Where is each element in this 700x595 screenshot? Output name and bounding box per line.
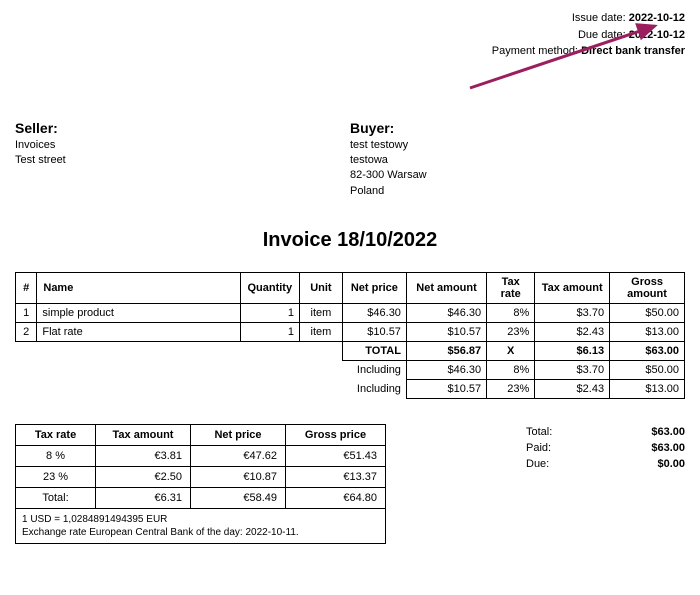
seller-line: Invoices [15, 138, 350, 153]
col-net-amount: Net amount [406, 273, 486, 304]
summary-total-value: $63.00 [651, 426, 685, 438]
bottom-section: Tax rate Tax amount Net price Gross pric… [15, 424, 685, 544]
summary-paid-label: Paid: [526, 442, 551, 454]
due-date-value: 2022-10-12 [629, 29, 685, 41]
seller-block: Seller: Invoices Test street [15, 120, 350, 200]
summary-total-label: Total: [526, 426, 552, 438]
col-num: # [16, 273, 37, 304]
payment-summary: Total: $63.00 Paid: $63.00 Due: $0.00 [426, 424, 685, 544]
total-row: TOTAL $56.87 X $6.13 $63.00 [16, 342, 685, 361]
seller-title: Seller: [15, 120, 350, 136]
due-date-label: Due date: [578, 29, 626, 41]
payment-method-label: Payment method: [492, 45, 578, 57]
line-items-table: # Name Quantity Unit Net price Net amoun… [15, 272, 685, 399]
tax-col-rate: Tax rate [16, 425, 96, 446]
exchange-rate-note: 1 USD = 1,0284891494395 EUR Exchange rat… [15, 509, 386, 544]
buyer-line: 82-300 Warsaw [350, 168, 685, 183]
col-net-price: Net price [342, 273, 406, 304]
col-name: Name [37, 273, 240, 304]
including-row: Including $46.30 8% $3.70 $50.00 [16, 361, 685, 380]
issue-date-label: Issue date: [572, 12, 626, 24]
summary-due-value: $0.00 [657, 458, 685, 470]
col-unit: Unit [300, 273, 343, 304]
tax-summary-table: Tax rate Tax amount Net price Gross pric… [15, 424, 386, 509]
buyer-line: Poland [350, 184, 685, 199]
tax-row: 23 % €2.50 €10.87 €13.37 [16, 467, 386, 488]
parties-section: Seller: Invoices Test street Buyer: test… [15, 120, 685, 200]
col-tax-amount: Tax amount [535, 273, 610, 304]
buyer-line: testowa [350, 153, 685, 168]
buyer-block: Buyer: test testowy testowa 82-300 Warsa… [350, 120, 685, 200]
table-row: 1 simple product 1 item $46.30 $46.30 8%… [16, 304, 685, 323]
tax-row: 8 % €3.81 €47.62 €51.43 [16, 446, 386, 467]
tax-col-gross: Gross price [286, 425, 386, 446]
payment-method-value: Direct bank transfer [581, 45, 685, 57]
col-tax-rate: Tax rate [487, 273, 535, 304]
col-gross-amount: Gross amount [610, 273, 685, 304]
issue-date-value: 2022-10-12 [629, 12, 685, 24]
seller-line: Test street [15, 153, 350, 168]
invoice-title: Invoice 18/10/2022 [15, 229, 685, 252]
tax-col-amount: Tax amount [96, 425, 191, 446]
buyer-title: Buyer: [350, 120, 685, 136]
table-row: 2 Flat rate 1 item $10.57 $10.57 23% $2.… [16, 323, 685, 342]
summary-paid-value: $63.00 [651, 442, 685, 454]
tax-col-net: Net price [191, 425, 286, 446]
document-meta: Issue date: 2022-10-12 Due date: 2022-10… [15, 10, 685, 60]
summary-due-label: Due: [526, 458, 549, 470]
tax-summary-block: Tax rate Tax amount Net price Gross pric… [15, 424, 386, 544]
including-row: Including $10.57 23% $2.43 $13.00 [16, 380, 685, 399]
buyer-line: test testowy [350, 138, 685, 153]
col-qty: Quantity [240, 273, 299, 304]
tax-row-total: Total: €6.31 €58.49 €64.80 [16, 488, 386, 509]
